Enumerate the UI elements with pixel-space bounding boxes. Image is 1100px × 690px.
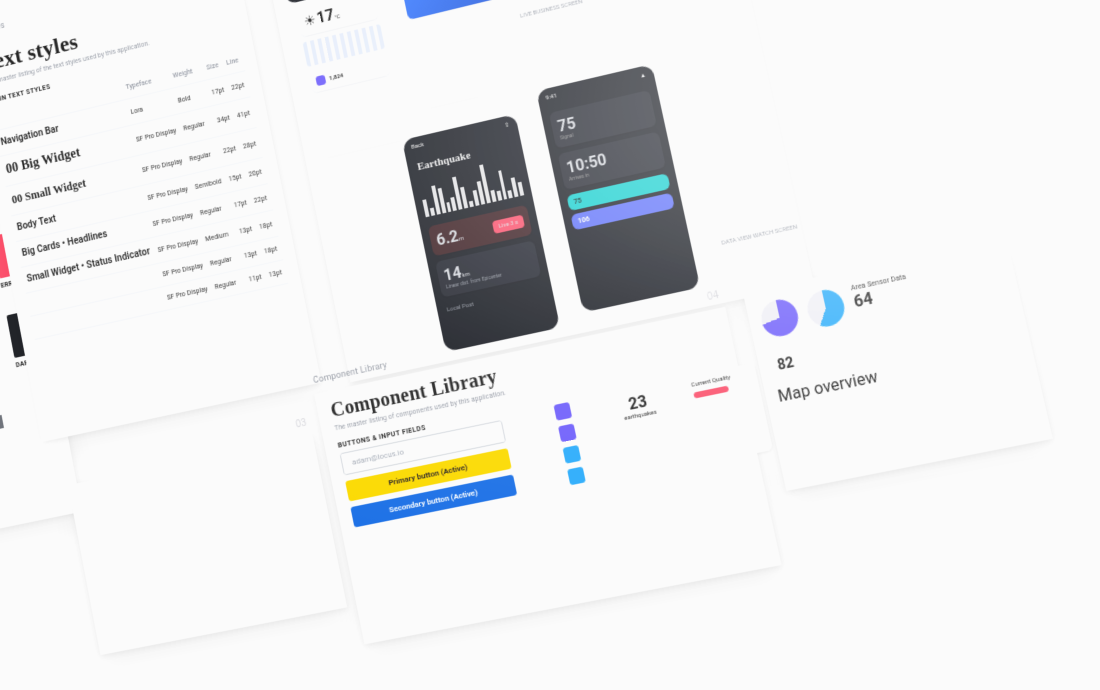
gauge-icon bbox=[758, 296, 802, 339]
artboard-number: 03 bbox=[295, 418, 307, 431]
artboard-number: 04 bbox=[706, 290, 719, 303]
back-button[interactable]: Back bbox=[411, 141, 425, 150]
quality-card: Current Quality bbox=[683, 363, 773, 465]
artboard-03[interactable]: 03 bbox=[68, 434, 347, 655]
artboard-label: Text styles bbox=[0, 21, 6, 40]
share-icon[interactable]: ⇪ bbox=[504, 122, 510, 130]
artboard-app-guide[interactable]: Guidelines Application Guide SMALL (MOBI… bbox=[252, 0, 814, 382]
icon-swatches bbox=[552, 397, 604, 490]
gauge-icon bbox=[804, 287, 848, 330]
phone-dark-cards: 9:41▲ 75 Signal 10:50 Arrives in 75 106 bbox=[536, 64, 700, 312]
annotation-live: LIVE BUSINESS SCREEN bbox=[520, 0, 583, 20]
artboard-text-styles[interactable]: Text styles 02 Text styles The master li… bbox=[0, 0, 321, 442]
phone-earthquake: Back⇪ Earthquake 6.2m Live 3 s 14km Line… bbox=[402, 114, 560, 352]
stat-card: 23 earthquakes bbox=[600, 380, 689, 481]
phone-light: 9:41▲ Hey there! ☀ 17°C 1,824 bbox=[279, 0, 412, 160]
annotation-watch: DATA VIEW WATCH SCREEN bbox=[721, 223, 798, 246]
